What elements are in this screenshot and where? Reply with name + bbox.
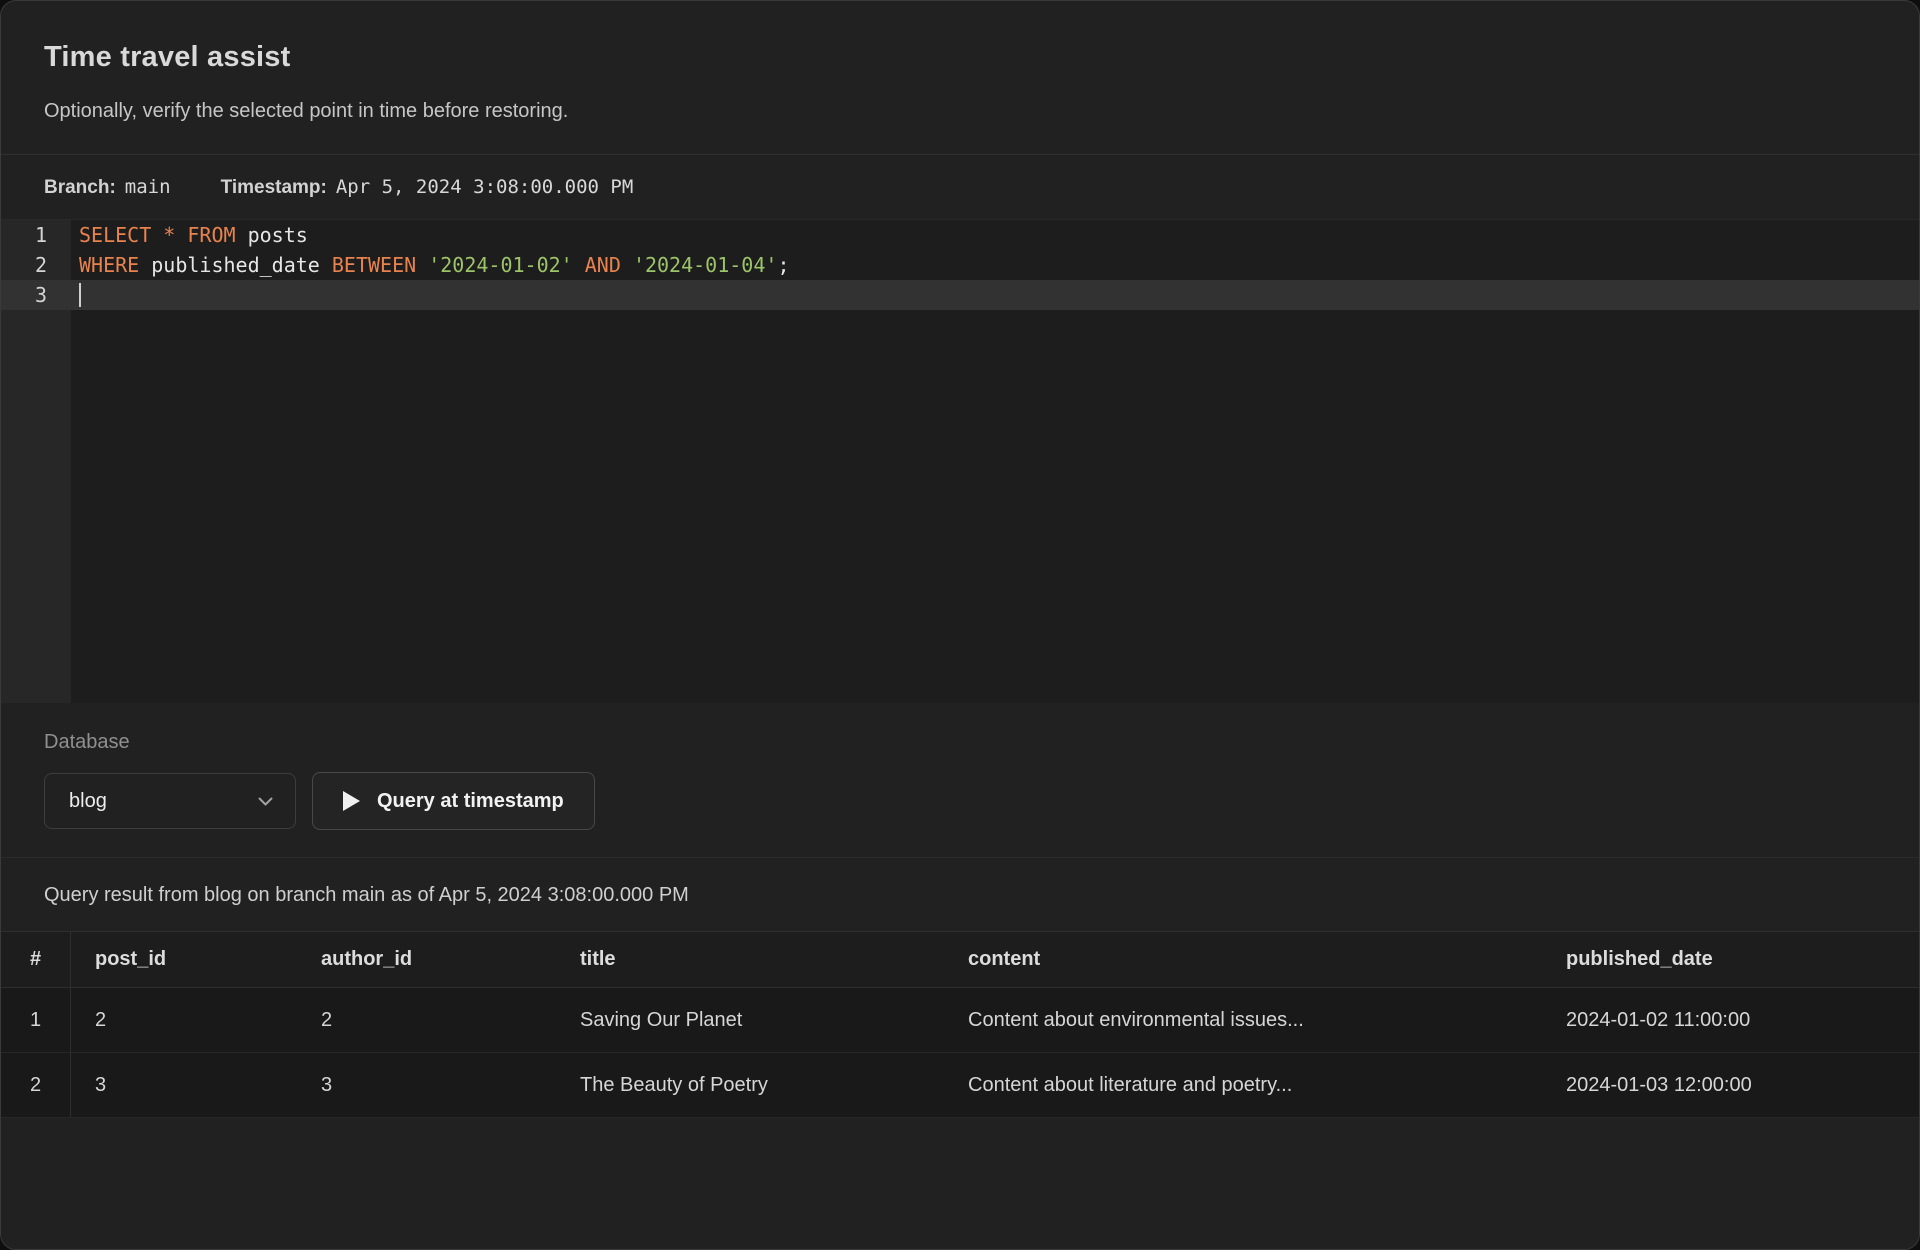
chevron-down-icon: [258, 797, 273, 806]
panel-header: Time travel assist Optionally, verify th…: [1, 1, 1919, 155]
query-result-summary: Query result from blog on branch main as…: [1, 858, 1919, 931]
query-at-timestamp-label: Query at timestamp: [377, 790, 564, 813]
branch-label: Branch:: [44, 177, 116, 199]
timestamp-info: Timestamp: Apr 5, 2024 3:08:00.000 PM: [221, 176, 634, 199]
play-icon: [343, 791, 360, 811]
table-cell: Content about environmental issues...: [944, 988, 1542, 1052]
code-text: SELECT * FROM posts: [71, 220, 308, 250]
database-controls: blog Query at timestamp: [44, 772, 1876, 830]
time-travel-assist-panel: Time travel assist Optionally, verify th…: [0, 0, 1920, 1250]
table-cell: 3: [71, 1053, 297, 1117]
database-section: Database blog Query at timestamp: [1, 703, 1919, 858]
branch-info: Branch: main: [44, 176, 171, 199]
result-table: #post_idauthor_idtitlecontentpublished_d…: [1, 931, 1919, 1118]
column-header: published_date: [1542, 932, 1919, 987]
column-header: #: [1, 932, 71, 987]
table-cell: Content about literature and poetry...: [944, 1053, 1542, 1117]
database-select-value: blog: [69, 790, 107, 813]
code-line: 3: [1, 280, 1919, 310]
editor-code-lines: 1SELECT * FROM posts2WHERE published_dat…: [1, 220, 1919, 310]
timestamp-label: Timestamp:: [221, 177, 327, 199]
branch-value: main: [125, 176, 171, 198]
result-table-header: #post_idauthor_idtitlecontentpublished_d…: [1, 932, 1919, 988]
panel-footer-space: [1, 1118, 1919, 1249]
query-at-timestamp-button[interactable]: Query at timestamp: [312, 772, 595, 830]
page-subtitle: Optionally, verify the selected point in…: [44, 100, 1876, 123]
database-label: Database: [44, 731, 1876, 754]
table-row: 122Saving Our PlanetContent about enviro…: [1, 988, 1919, 1053]
line-number: 2: [1, 250, 71, 280]
database-select[interactable]: blog: [44, 773, 296, 829]
table-cell: 2: [71, 988, 297, 1052]
text-cursor: [79, 283, 81, 307]
column-header: content: [944, 932, 1542, 987]
sql-editor[interactable]: 1SELECT * FROM posts2WHERE published_dat…: [1, 219, 1919, 703]
code-line: 2WHERE published_date BETWEEN '2024-01-0…: [1, 250, 1919, 280]
timestamp-value: Apr 5, 2024 3:08:00.000 PM: [336, 176, 633, 198]
table-cell: 2024-01-03 12:00:00: [1542, 1053, 1919, 1117]
table-cell: 2: [1, 1053, 71, 1117]
table-cell: 3: [297, 1053, 556, 1117]
table-row: 233The Beauty of PoetryContent about lit…: [1, 1053, 1919, 1118]
column-header: author_id: [297, 932, 556, 987]
code-text: WHERE published_date BETWEEN '2024-01-02…: [71, 250, 789, 280]
table-cell: Saving Our Planet: [556, 988, 944, 1052]
table-cell: 2024-01-02 11:00:00: [1542, 988, 1919, 1052]
line-number: 1: [1, 220, 71, 250]
table-cell: 2: [297, 988, 556, 1052]
column-header: post_id: [71, 932, 297, 987]
line-number: 3: [1, 280, 71, 310]
branch-timestamp-bar: Branch: main Timestamp: Apr 5, 2024 3:08…: [1, 155, 1919, 219]
column-header: title: [556, 932, 944, 987]
table-cell: 1: [1, 988, 71, 1052]
code-line: 1SELECT * FROM posts: [1, 220, 1919, 250]
table-cell: The Beauty of Poetry: [556, 1053, 944, 1117]
code-text: [71, 280, 81, 310]
result-table-body: 122Saving Our PlanetContent about enviro…: [1, 988, 1919, 1118]
page-title: Time travel assist: [44, 41, 1876, 74]
